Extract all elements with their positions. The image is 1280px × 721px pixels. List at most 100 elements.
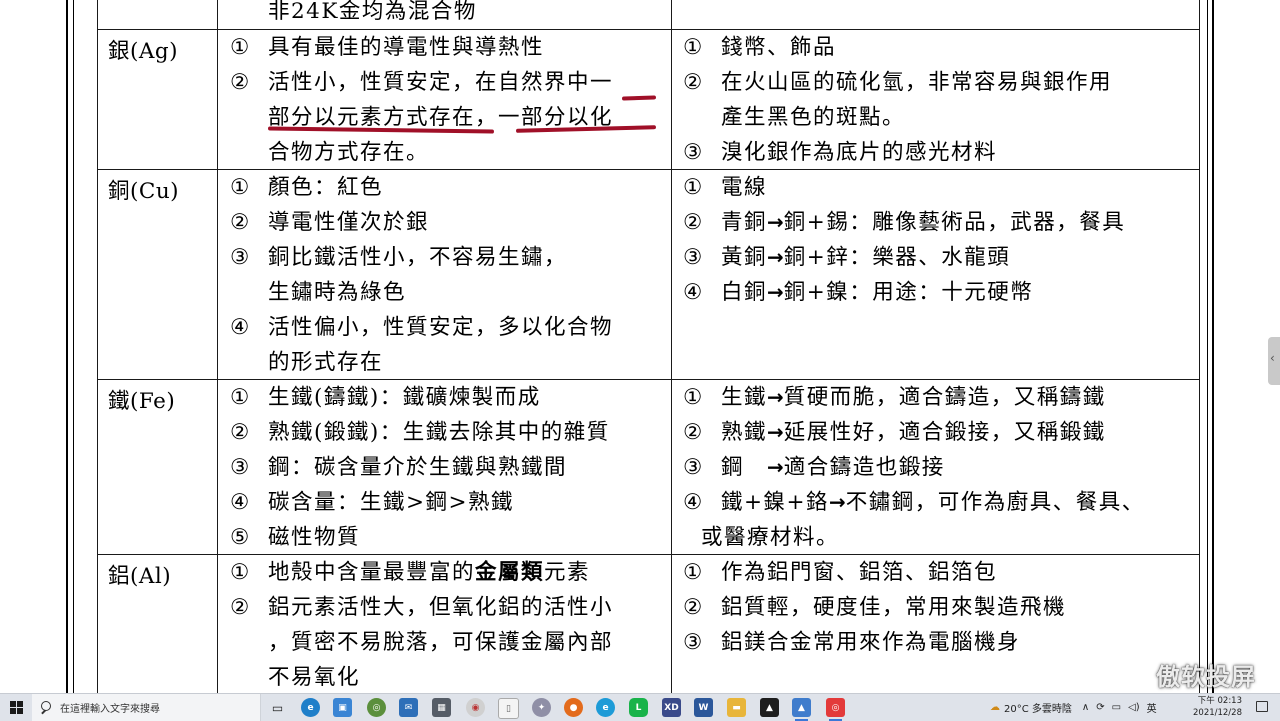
store-icon[interactable]: ▣ <box>333 698 352 717</box>
clock[interactable]: 下午 02:13 2021/12/28 <box>1193 695 1242 719</box>
table-col-line-2 <box>671 0 672 693</box>
system-tray: ☁ 20°C 多雲時陰 ∧ ⟳ ▭ ◁) 英 <box>990 694 1157 721</box>
line-text: 鋁質輕，硬度佳，常用來製造飛機 <box>721 595 1067 620</box>
line-text: 錢幣、飾品 <box>721 35 837 60</box>
alloy-name: 白銅 <box>721 280 768 305</box>
start-button[interactable] <box>0 694 32 721</box>
item-marker: ① <box>230 385 251 410</box>
line-text: 的形式存在 <box>268 350 384 375</box>
list-item: ③ 黃銅→銅+鋅：樂器、水龍頭 <box>683 240 1125 275</box>
sync-icon[interactable]: ⟳ <box>1096 702 1104 713</box>
line-text: 活性偏小，性質安定，多以化合物 <box>268 315 614 340</box>
element-name-cu: 銅(Cu) <box>108 179 180 204</box>
list-item: 不易氧化 <box>230 660 613 693</box>
edge-2-icon[interactable]: e <box>596 698 615 717</box>
list-item: ，質密不易脫落，可保護金屬內部 <box>230 625 613 660</box>
item-marker: ③ <box>683 245 704 270</box>
paint-icon[interactable]: ✦ <box>532 698 551 717</box>
list-item: ④ 白銅→銅+鎳：用途：十元硬幣 <box>683 275 1125 310</box>
file-icon[interactable]: ▯ <box>498 698 519 719</box>
weather-text[interactable]: 20°C 多雲時陰 <box>1004 700 1072 715</box>
chrome-icon[interactable]: ◉ <box>466 698 485 717</box>
line-text: 導電性僅次於銀 <box>268 210 430 235</box>
list-item: ① 顏色：紅色 <box>230 170 613 205</box>
line-text: 元素 <box>544 560 591 585</box>
item-marker: ④ <box>683 490 704 515</box>
line-text: 或醫療材料。 <box>701 525 840 550</box>
list-item: ④ 鐵+鎳+鉻→不鏽鋼，可作為廚具、餐具、 <box>683 485 1145 520</box>
list-item: 生鏽時為綠色 <box>230 275 613 310</box>
mail-icon[interactable]: ✉ <box>399 698 418 717</box>
terminal-icon[interactable]: ▲ <box>760 698 779 717</box>
item-marker: ③ <box>683 140 704 165</box>
line-text: 活性小，性質安定，在自然界中一 <box>268 70 614 95</box>
calculator-icon[interactable]: ▦ <box>432 698 451 717</box>
line-text: 磁性物質 <box>268 525 361 550</box>
alloy-name: 青銅 <box>721 210 768 235</box>
xd-icon[interactable]: XD <box>662 698 681 717</box>
table-col-line-right <box>1199 0 1200 693</box>
table-col-line-1 <box>217 0 218 693</box>
line-text: 延展性好，適合鍛接，又稱鍛鐵 <box>783 420 1106 445</box>
list-item: ③ 鋁鎂合金常用來作為電腦機身 <box>683 625 1066 660</box>
browser-icon[interactable]: ◎ <box>367 698 386 717</box>
edge-icon[interactable]: e <box>301 698 320 717</box>
item-marker: ① <box>230 175 251 200</box>
notification-icon[interactable] <box>1254 699 1270 715</box>
ime-indicator[interactable]: 英 <box>1147 700 1157 715</box>
alloy-name: 鐵+鎳+鉻 <box>721 490 830 515</box>
item-marker: ① <box>683 35 704 60</box>
windows-icon <box>9 701 23 714</box>
photos-icon[interactable]: ▲ <box>792 698 811 721</box>
line-text: 在火山區的硫化氫，非常容易與銀作用 <box>721 70 1113 95</box>
list-item: ② 青銅→銅+錫：雕像藝術品，武器，餐具 <box>683 205 1125 240</box>
annotation-underline <box>621 95 657 101</box>
properties-cell-ag: ① 具有最佳的導電性與導熱性 ② 活性小，性質安定，在自然界中一 部分以元素方式存在… <box>230 30 613 170</box>
word-icon[interactable]: W <box>694 698 713 717</box>
chevron-up-icon[interactable]: ∧ <box>1082 702 1089 713</box>
item-marker: ① <box>683 385 704 410</box>
list-item: ③鋼 →適合鑄造也鍛接 <box>683 450 1145 485</box>
properties-cell-al: ① 地殼中含量最豐富的金屬類元素 ② 鋁元素活性大，但氧化鋁的活性小 ，質密不易脫落… <box>230 555 613 693</box>
side-panel-tab[interactable]: ‹ <box>1268 337 1280 385</box>
list-item: 產生黑色的斑點。 <box>683 100 1112 135</box>
page-border-left-inner <box>73 0 74 693</box>
line-text: 熟鐵(鍛鐵)：生鐵去除其中的雜質 <box>268 420 610 445</box>
page-border-right-inner <box>1207 0 1208 693</box>
clock-date: 2021/12/28 <box>1193 708 1242 718</box>
volume-icon[interactable]: ◁) <box>1128 702 1140 713</box>
item-marker: ① <box>683 560 704 585</box>
item-marker: ③ <box>230 245 251 270</box>
network-icon[interactable]: ▭ <box>1112 702 1121 713</box>
element-name-ag: 銀(Ag) <box>108 39 179 64</box>
uses-cell-fe: ① 生鐵→質硬而脆，適合鑄造，又稱鑄鐵 ② 熟鐵→延展性好，適合鍛接，又稱鍛鐵 ③鋼… <box>683 380 1145 555</box>
line-text: 銅+錫：雕像藝術品，武器，餐具 <box>783 210 1126 235</box>
item-marker: ② <box>683 420 704 445</box>
line-text: 不易氧化 <box>268 665 361 690</box>
line-text: 適合鑄造也鍛接 <box>783 455 945 480</box>
item-marker: ① <box>230 35 251 60</box>
line-text: 鋼：碳含量介於生鐵與熟鐵間 <box>268 455 568 480</box>
arrow-icon: → <box>767 280 784 304</box>
list-item: ② 鋁質輕，硬度佳，常用來製造飛機 <box>683 590 1066 625</box>
screen-mirror-icon[interactable]: ◎ <box>826 698 845 721</box>
arrow-icon: → <box>767 210 784 234</box>
alloy-name: 鋼 <box>721 455 768 480</box>
folder-icon[interactable]: ▬ <box>727 698 746 717</box>
chevron-left-icon: ‹ <box>1270 351 1275 365</box>
line-text: 非24K金均為混合物 <box>268 0 477 24</box>
page-border-right <box>1212 0 1214 693</box>
page-border-left <box>66 0 68 693</box>
media-icon[interactable]: ● <box>564 698 583 717</box>
element-name-fe: 鐵(Fe) <box>108 389 176 414</box>
line-text: 溴化銀作為底片的感光材料 <box>721 140 998 165</box>
line-icon[interactable]: L <box>629 698 648 717</box>
taskbar-search-box[interactable]: 在這裡輸入文字來搜尋 <box>32 694 261 721</box>
task-view-icon[interactable]: ▭ <box>268 698 287 717</box>
item-marker: ④ <box>230 490 251 515</box>
line-text: 鋁元素活性大，但氧化鋁的活性小 <box>268 595 614 620</box>
list-item: 或醫療材料。 <box>673 520 1145 555</box>
arrow-icon: → <box>767 245 784 269</box>
line-text: 生鐵(鑄鐵)：鐵礦煉製而成 <box>268 385 541 410</box>
list-item: 的形式存在 <box>230 345 613 380</box>
